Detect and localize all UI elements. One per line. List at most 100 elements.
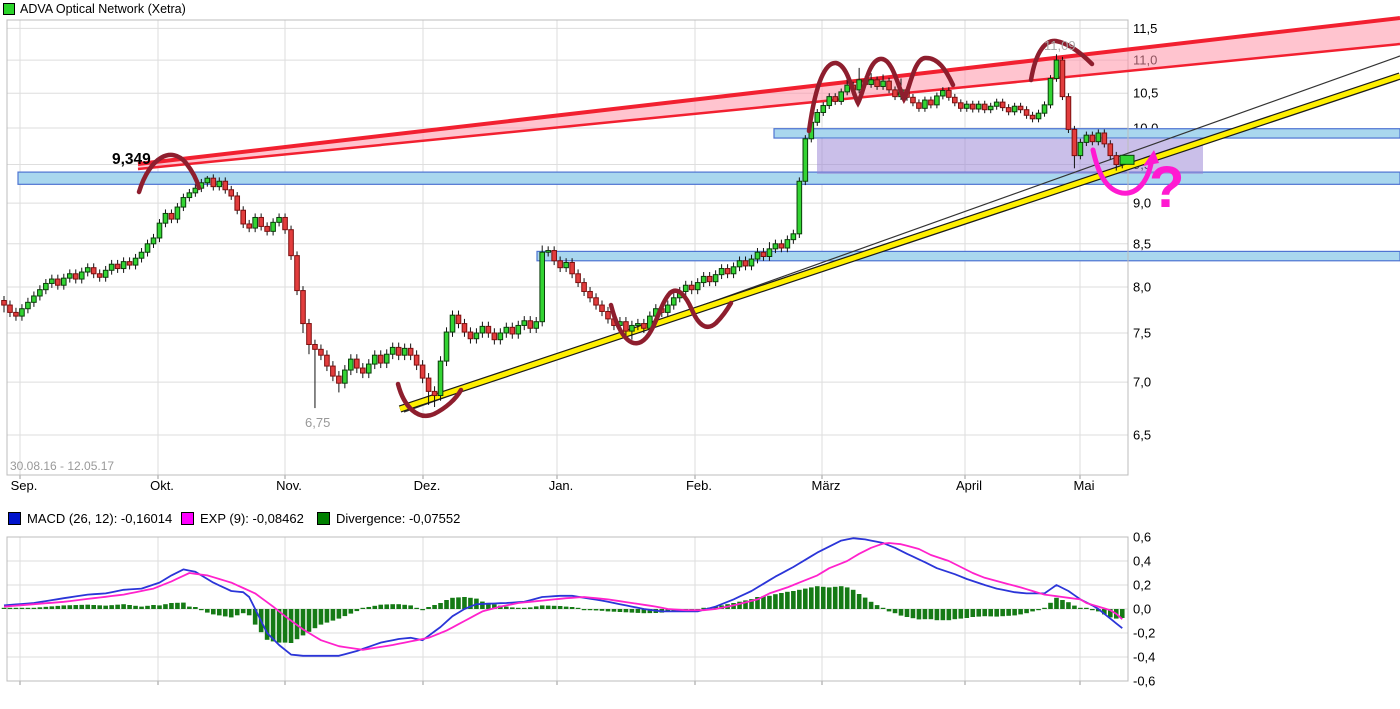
candle bbox=[706, 275, 713, 283]
svg-text:Nov.: Nov. bbox=[276, 478, 302, 493]
candle bbox=[138, 251, 145, 259]
candle bbox=[587, 290, 593, 299]
macd-line bbox=[3, 537, 1123, 657]
candle bbox=[61, 277, 67, 286]
candle bbox=[401, 347, 408, 356]
candle bbox=[712, 274, 719, 283]
svg-text:0,4: 0,4 bbox=[1133, 554, 1151, 569]
candle bbox=[204, 177, 211, 184]
candle bbox=[946, 90, 952, 98]
candle bbox=[874, 79, 880, 87]
candle bbox=[348, 358, 354, 371]
candle bbox=[814, 111, 821, 123]
candle bbox=[383, 353, 390, 364]
candle bbox=[575, 273, 581, 284]
candle bbox=[993, 101, 1000, 107]
candle bbox=[1113, 155, 1120, 166]
candle bbox=[162, 212, 169, 224]
macd-line-swatch-icon bbox=[8, 512, 21, 525]
svg-text:?: ? bbox=[1149, 155, 1184, 220]
candle bbox=[156, 222, 163, 239]
candle bbox=[868, 79, 874, 85]
candle bbox=[826, 96, 833, 107]
candle bbox=[324, 354, 330, 367]
support-trendlines bbox=[398, 55, 1400, 413]
candle bbox=[102, 269, 109, 278]
candle bbox=[126, 261, 133, 266]
candle bbox=[790, 233, 797, 241]
candle bbox=[1083, 134, 1090, 143]
candle bbox=[700, 275, 707, 284]
instrument-title-bar: ADVA Optical Network (Xetra) bbox=[3, 2, 186, 16]
candle bbox=[934, 95, 940, 106]
candle bbox=[581, 282, 587, 292]
instrument-title: ADVA Optical Network (Xetra) bbox=[20, 2, 186, 16]
candle bbox=[234, 195, 241, 211]
svg-text:Sep.: Sep. bbox=[11, 478, 38, 493]
candle bbox=[132, 257, 139, 266]
svg-text:Dez.: Dez. bbox=[414, 478, 441, 493]
candle bbox=[886, 80, 892, 91]
candle bbox=[300, 290, 306, 325]
exp-legend-item: EXP (9): -0,08462 bbox=[181, 511, 304, 526]
svg-text:Mai: Mai bbox=[1074, 478, 1095, 493]
candle bbox=[551, 250, 557, 262]
candle bbox=[1059, 59, 1066, 98]
candle bbox=[144, 243, 151, 253]
price-and-macd-chart[interactable]: 11,511,010,510,09,59,08,58,07,57,06,50,6… bbox=[0, 0, 1400, 709]
svg-text:11,09: 11,09 bbox=[1044, 38, 1076, 53]
candle bbox=[1017, 105, 1024, 111]
candle bbox=[1077, 141, 1084, 157]
candle bbox=[1107, 143, 1114, 157]
candle bbox=[371, 354, 378, 365]
candle bbox=[108, 263, 115, 271]
candle bbox=[623, 321, 629, 332]
candle bbox=[1101, 132, 1108, 145]
candle bbox=[916, 102, 922, 109]
candle bbox=[1011, 105, 1018, 113]
svg-text:Okt.: Okt. bbox=[150, 478, 174, 493]
svg-text:Feb.: Feb. bbox=[686, 478, 712, 493]
candle bbox=[276, 216, 282, 223]
candle bbox=[7, 304, 13, 313]
candle bbox=[509, 326, 516, 335]
candle bbox=[413, 354, 420, 366]
candle bbox=[246, 223, 252, 229]
candle bbox=[539, 251, 546, 323]
candle bbox=[425, 377, 432, 392]
candle bbox=[389, 346, 396, 355]
candle bbox=[419, 364, 426, 379]
candle bbox=[258, 216, 264, 227]
candle bbox=[43, 282, 49, 291]
candle bbox=[784, 239, 791, 249]
candle bbox=[449, 314, 456, 333]
candle bbox=[336, 375, 342, 384]
svg-text:März: März bbox=[812, 478, 841, 493]
macd-histogram bbox=[1, 586, 1125, 643]
candle bbox=[72, 273, 79, 280]
chart-application: ADVA Optical Network (Xetra) 11,511,010,… bbox=[0, 0, 1400, 709]
candle bbox=[1035, 112, 1042, 120]
candle bbox=[228, 189, 235, 197]
candle bbox=[969, 103, 976, 110]
candle bbox=[1005, 107, 1012, 113]
candle bbox=[282, 216, 288, 231]
candle bbox=[306, 323, 312, 345]
candle bbox=[772, 243, 779, 250]
candle bbox=[742, 260, 749, 267]
svg-text:8,5: 8,5 bbox=[1133, 236, 1151, 251]
candle bbox=[880, 80, 886, 87]
candle bbox=[736, 260, 743, 268]
candle bbox=[461, 323, 468, 333]
candle bbox=[312, 343, 318, 350]
candle bbox=[431, 390, 438, 397]
candle bbox=[485, 325, 492, 334]
candle bbox=[1089, 134, 1096, 143]
candle bbox=[294, 255, 300, 292]
candle bbox=[473, 332, 480, 340]
candle bbox=[1071, 128, 1078, 157]
candle bbox=[360, 367, 366, 374]
instrument-marker-icon bbox=[3, 3, 15, 15]
candle bbox=[240, 209, 246, 225]
candle bbox=[670, 297, 677, 306]
